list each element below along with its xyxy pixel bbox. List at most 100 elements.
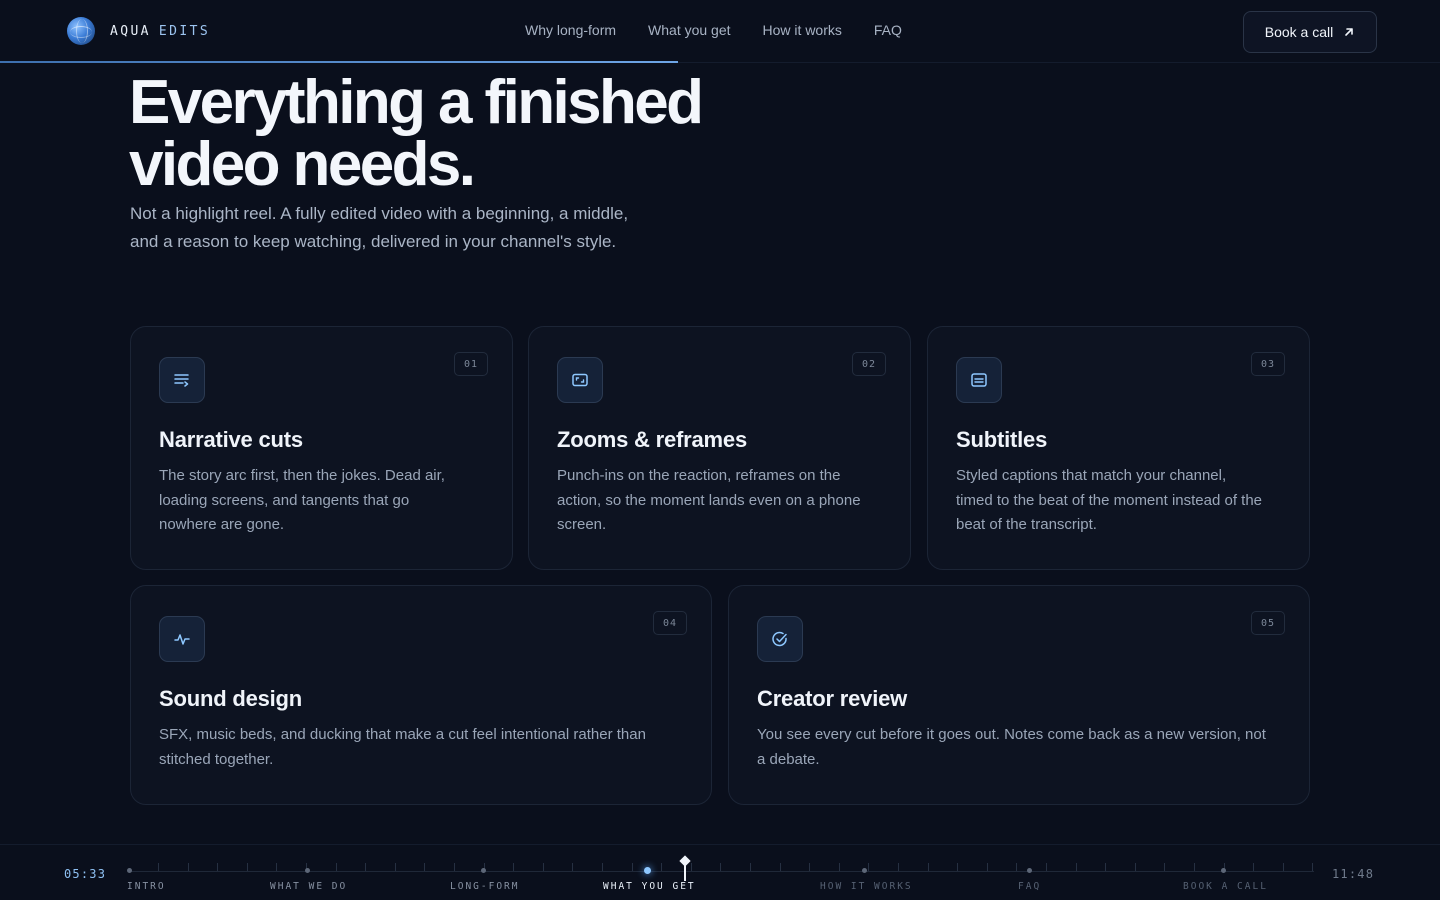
nav-link-faq[interactable]: FAQ [874, 22, 902, 38]
timeline-tick [572, 863, 573, 871]
timeline-tick [424, 863, 425, 871]
timeline-tick [839, 863, 840, 871]
timeline-tick [543, 863, 544, 871]
timeline-tick [720, 863, 721, 871]
section-timeline: 05:33 INTRO WHAT WE DO LONG-FORM WHAT YO… [0, 844, 1440, 900]
feature-card-sound-design: 04 Sound design SFX, music beds, and duc… [130, 585, 712, 805]
timeline-tick [928, 863, 929, 871]
card-description-line: Styled captions that match your channel, [956, 467, 1227, 484]
timeline-tick [809, 863, 810, 871]
card-title: Narrative cuts [159, 427, 303, 452]
brand-name-second: EDITS [158, 23, 211, 39]
timeline-tick [1164, 863, 1165, 871]
page-subtitle: Not a highlight reel. A fully edited vid… [130, 200, 670, 256]
timeline-tick [395, 863, 396, 871]
timeline-tick [1312, 863, 1313, 871]
timeline-tick [898, 863, 899, 871]
text-lines-icon [159, 357, 205, 403]
timeline-tick [365, 863, 366, 871]
brand-logo[interactable]: AQUA EDITS [67, 17, 210, 45]
timeline-tick [158, 863, 159, 871]
timeline-tick [336, 863, 337, 871]
timeline-tick [1283, 863, 1284, 871]
timeline-tick [957, 863, 958, 871]
timeline-tick [632, 863, 633, 871]
card-description-line: SFX, music beds, and ducking that make a… [159, 726, 646, 743]
nav-link-how-it-works[interactable]: How it works [763, 22, 842, 38]
timeline-marker-how-it-works[interactable] [862, 868, 867, 873]
timecode-current: 05:33 [64, 867, 107, 881]
arrow-up-right-icon [1345, 28, 1354, 36]
card-description-line: Punch-ins on the reaction, reframes on t… [557, 467, 841, 484]
card-description-line: action, so the moment lands even on a ph… [557, 491, 861, 509]
card-description-line: a debate. [757, 750, 820, 768]
card-title: Subtitles [956, 427, 1048, 452]
card-number: 03 [1251, 352, 1285, 376]
brand-name-first: AQUA [110, 23, 151, 39]
timeline-tick [1194, 863, 1195, 871]
timeline-tick [868, 863, 869, 871]
card-description-line: beat of the transcript. [956, 516, 1097, 533]
timeline-marker-faq[interactable] [1027, 868, 1032, 873]
timeline-label-long-form[interactable]: LONG-FORM [450, 881, 519, 892]
timeline-tick [188, 863, 189, 871]
book-a-call-button[interactable]: Book a call [1243, 11, 1377, 53]
card-description: SFX, music beds, and ducking that make a… [159, 723, 646, 772]
top-nav: AQUA EDITS Why long-form What you get How… [0, 0, 1440, 63]
timeline-tick [602, 863, 603, 871]
timeline-tick [454, 863, 455, 871]
card-number: 02 [852, 352, 886, 376]
card-title: Creator review [757, 686, 908, 711]
subtitles-icon [956, 357, 1002, 403]
timeline-tick [691, 863, 692, 871]
timeline-label-faq[interactable]: FAQ [1018, 881, 1041, 892]
timeline-label-how-it-works[interactable]: HOW IT WORKS [820, 881, 913, 892]
timeline-label-what-you-get[interactable]: WHAT YOU GET [603, 881, 696, 892]
timeline-marker-intro[interactable] [127, 868, 132, 873]
timeline-label-what-we-do[interactable]: WHAT WE DO [270, 881, 347, 892]
card-description-line: You see every cut before it goes out. No… [757, 726, 1266, 743]
timeline-label-book-a-call[interactable]: BOOK A CALL [1183, 881, 1268, 892]
reframe-icon [557, 357, 603, 403]
timeline-label-intro[interactable]: INTRO [127, 881, 166, 892]
card-title: Sound design [159, 686, 303, 711]
feature-card-narrative-cuts: 01 Narrative cuts The story arc first, t… [130, 326, 513, 570]
timeline-marker-book-a-call[interactable] [1221, 868, 1226, 873]
nav-link-what-you-get[interactable]: What you get [648, 22, 731, 38]
timeline-tick [1046, 863, 1047, 871]
book-a-call-label: Book a call [1264, 24, 1334, 40]
timeline-tick [987, 863, 988, 871]
timeline-tick [1076, 863, 1077, 871]
card-description: The story arc first, then the jokes. Dea… [159, 464, 445, 538]
feature-card-zooms-reframes: 02 Zooms & reframes Punch-ins on the rea… [528, 326, 911, 570]
card-description-line: screen. [557, 516, 607, 533]
page-title-line-1: Everything a finished [129, 68, 704, 137]
brand-name: AQUA EDITS [110, 24, 210, 39]
waveform-icon [159, 616, 205, 662]
page-subtitle-line-2: and a reason to keep watching, delivered… [130, 232, 617, 251]
timeline-tick [1253, 863, 1254, 871]
timeline-marker-what-you-get[interactable] [644, 867, 651, 874]
timeline-marker-what-we-do[interactable] [305, 868, 310, 873]
timecode-total: 11:48 [1332, 867, 1375, 881]
timeline-tick [513, 863, 514, 871]
card-description-line: stitched together. [159, 750, 274, 768]
feature-card-creator-review: 05 Creator review You see every cut befo… [728, 585, 1310, 805]
nav-link-why-long-form[interactable]: Why long-form [525, 22, 616, 38]
card-number: 01 [454, 352, 488, 376]
card-description-line: timed to the beat of the moment instead … [956, 491, 1263, 509]
page-title: Everything a finished video needs. [129, 72, 809, 196]
timeline-tick [276, 863, 277, 871]
card-number: 04 [653, 611, 687, 635]
timeline-playhead[interactable] [684, 859, 686, 881]
card-title: Zooms & reframes [557, 427, 747, 452]
timeline-marker-long-form[interactable] [481, 868, 486, 873]
timeline-tick [1016, 863, 1017, 871]
card-description-line: loading screens, and tangents that go [159, 491, 410, 509]
timeline-tick [750, 863, 751, 871]
timeline-tick [217, 863, 218, 871]
nav-links: Why long-form What you get How it works … [525, 22, 902, 38]
check-circle-icon [757, 616, 803, 662]
card-description: Punch-ins on the reaction, reframes on t… [557, 464, 861, 538]
timeline-tick [661, 863, 662, 871]
